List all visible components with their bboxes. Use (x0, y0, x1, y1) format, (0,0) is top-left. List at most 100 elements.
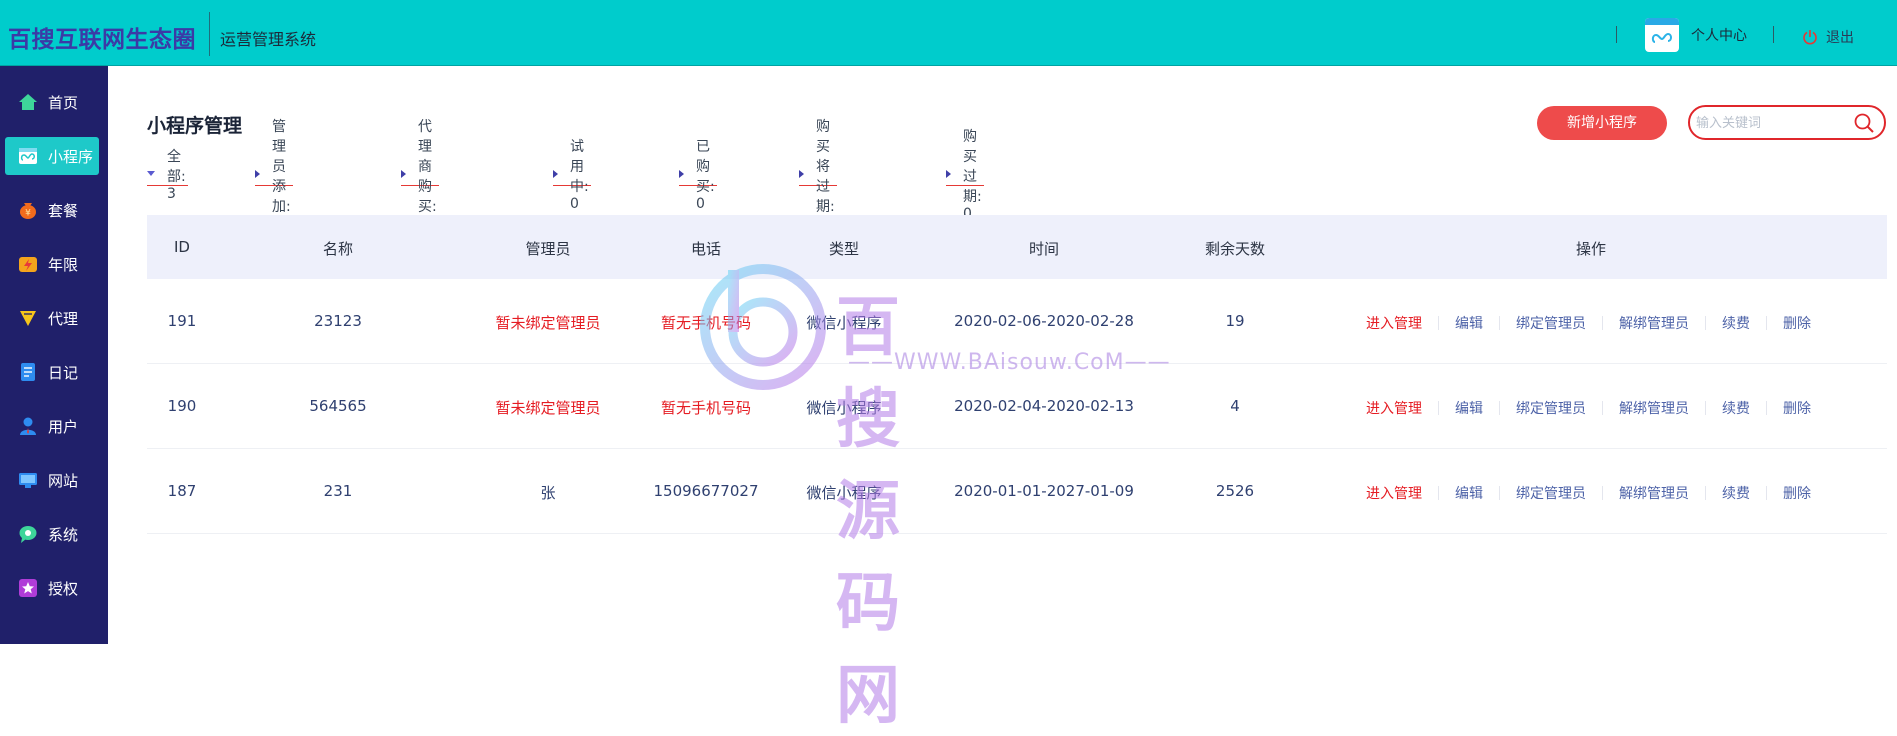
sidebar-item-label: 小程序 (48, 147, 94, 166)
filter-expired[interactable]: 购买过期: 0 (946, 129, 984, 222)
cell-admin: 暂未绑定管理员 (495, 399, 601, 417)
row-actions: 进入管理 编辑 绑定管理员 解绑管理员 续费 删除 (1366, 398, 1811, 418)
sidebar-item-label: 代理 (48, 309, 79, 328)
sidebar-item-agent[interactable]: 代理 (5, 299, 99, 337)
miniprogram-table: ID 名称 管理员 电话 类型 时间 剩余天数 操作 191 23123 暂未绑… (147, 215, 1887, 534)
cell-name: 23123 (314, 312, 362, 330)
cell-phone: 暂无手机号码 (660, 314, 752, 332)
renew-link[interactable]: 续费 (1722, 483, 1750, 503)
edit-link[interactable]: 编辑 (1455, 313, 1483, 333)
enter-manage-link[interactable]: 进入管理 (1366, 483, 1422, 503)
star-icon (18, 578, 38, 598)
filter-purchased[interactable]: 已购买: 0 (679, 139, 717, 212)
action-divider (1705, 401, 1706, 415)
sidebar-item-package[interactable]: ¥ 套餐 (5, 191, 99, 229)
cell-phone: 暂无手机号码 (660, 399, 752, 417)
column-header-admin: 管理员 (525, 240, 571, 258)
action-divider (1602, 401, 1603, 415)
user-icon (18, 416, 38, 436)
cell-phone: 15096677027 (653, 482, 759, 500)
cell-days: 4 (1230, 397, 1240, 415)
delete-link[interactable]: 删除 (1783, 483, 1811, 503)
caret-right-icon (553, 169, 558, 178)
action-divider (1438, 486, 1439, 500)
delete-link[interactable]: 删除 (1783, 313, 1811, 333)
sidebar-item-website[interactable]: 网站 (5, 461, 99, 499)
cell-admin: 暂未绑定管理员 (495, 314, 601, 332)
unbind-admin-link[interactable]: 解绑管理员 (1619, 483, 1689, 503)
action-divider (1602, 316, 1603, 330)
action-divider (1499, 401, 1500, 415)
caret-right-icon (401, 169, 406, 178)
sidebar-item-diary[interactable]: 日记 (5, 353, 99, 391)
sidebar-item-label: 授权 (48, 579, 79, 598)
renew-link[interactable]: 续费 (1722, 313, 1750, 333)
unbind-admin-link[interactable]: 解绑管理员 (1619, 398, 1689, 418)
bind-admin-link[interactable]: 绑定管理员 (1516, 398, 1586, 418)
top-bar: 百搜互联网生态圈 运营管理系统 个人中心 退出 (0, 0, 1897, 66)
enter-manage-link[interactable]: 进入管理 (1366, 398, 1422, 418)
column-header-phone: 电话 (690, 240, 722, 258)
edit-link[interactable]: 编辑 (1455, 398, 1483, 418)
agent-icon (18, 308, 38, 328)
user-center-label: 个人中心 (1691, 28, 1747, 44)
brand-logo-text[interactable]: 百搜互联网生态圈 (8, 20, 196, 54)
sidebar-item-users[interactable]: 用户 (5, 407, 99, 445)
cell-name: 564565 (309, 397, 367, 415)
sidebar-item-authorize[interactable]: 授权 (5, 569, 99, 607)
sidebar-item-label: 日记 (48, 363, 79, 382)
unbind-admin-link[interactable]: 解绑管理员 (1619, 313, 1689, 333)
miniprogram-icon (18, 146, 38, 166)
enter-manage-link[interactable]: 进入管理 (1366, 313, 1422, 333)
sidebar-item-system[interactable]: 系统 (5, 515, 99, 553)
sidebar-item-years[interactable]: 年限 (5, 245, 99, 283)
edit-link[interactable]: 编辑 (1455, 483, 1483, 503)
add-miniprogram-button[interactable]: 新增小程序 (1537, 106, 1667, 140)
sidebar-item-label: 首页 (48, 93, 79, 112)
table-row: 187 231 张 15096677027 微信小程序 2020-01-01-2… (147, 449, 1887, 534)
cell-time: 2020-02-04-2020-02-13 (954, 397, 1134, 415)
filter-admin-added[interactable]: 管理员添加: 3 (255, 119, 293, 232)
cell-time: 2020-02-06-2020-02-28 (954, 312, 1134, 330)
cell-days: 19 (1225, 312, 1245, 330)
table-row: 191 23123 暂未绑定管理员 暂无手机号码 微信小程序 2020-02-0… (147, 279, 1887, 364)
page-title: 小程序管理 (147, 115, 243, 137)
cell-type: 微信小程序 (806, 399, 882, 417)
sidebar-item-miniprogram[interactable]: 小程序 (5, 137, 99, 175)
logout-button[interactable]: 退出 (1802, 27, 1854, 47)
renew-link[interactable]: 续费 (1722, 398, 1750, 418)
sidebar-item-label: 用户 (48, 417, 79, 436)
cell-id: 190 (167, 397, 197, 415)
filter-agent-purchase[interactable]: 代理商购买: 0 (401, 119, 439, 232)
caret-right-icon (946, 169, 951, 178)
user-center-button[interactable]: 个人中心 (1645, 18, 1747, 52)
action-divider (1766, 316, 1767, 330)
sidebar-item-home[interactable]: 首页 (5, 83, 99, 121)
header-separator (1773, 26, 1774, 43)
document-icon (18, 362, 38, 382)
column-header-actions: 操作 (1575, 240, 1607, 258)
search-icon[interactable] (1853, 112, 1875, 134)
caret-down-icon (147, 171, 155, 176)
filter-label: 购买过期: 0 (963, 128, 982, 222)
cell-type: 微信小程序 (806, 314, 882, 332)
header-divider (209, 12, 210, 56)
action-divider (1705, 486, 1706, 500)
logout-label: 退出 (1826, 30, 1854, 46)
bind-admin-link[interactable]: 绑定管理员 (1516, 483, 1586, 503)
column-header-time: 时间 (1028, 240, 1060, 258)
lightning-icon (18, 254, 38, 274)
filter-expiring[interactable]: 购买将过期: 2 (799, 119, 837, 232)
miniprogram-logo-icon (1645, 18, 1679, 52)
filter-trial[interactable]: 试用中: 0 (553, 139, 591, 212)
cell-type: 微信小程序 (806, 484, 882, 502)
filter-all[interactable]: 全部: 3 (147, 149, 188, 202)
search-input[interactable] (1696, 114, 1846, 132)
search-box (1688, 105, 1886, 140)
delete-link[interactable]: 删除 (1783, 398, 1811, 418)
cell-id: 187 (167, 482, 197, 500)
bind-admin-link[interactable]: 绑定管理员 (1516, 313, 1586, 333)
cell-time: 2020-01-01-2027-01-09 (954, 482, 1134, 500)
caret-right-icon (799, 169, 804, 178)
sidebar-item-label: 年限 (48, 255, 79, 274)
